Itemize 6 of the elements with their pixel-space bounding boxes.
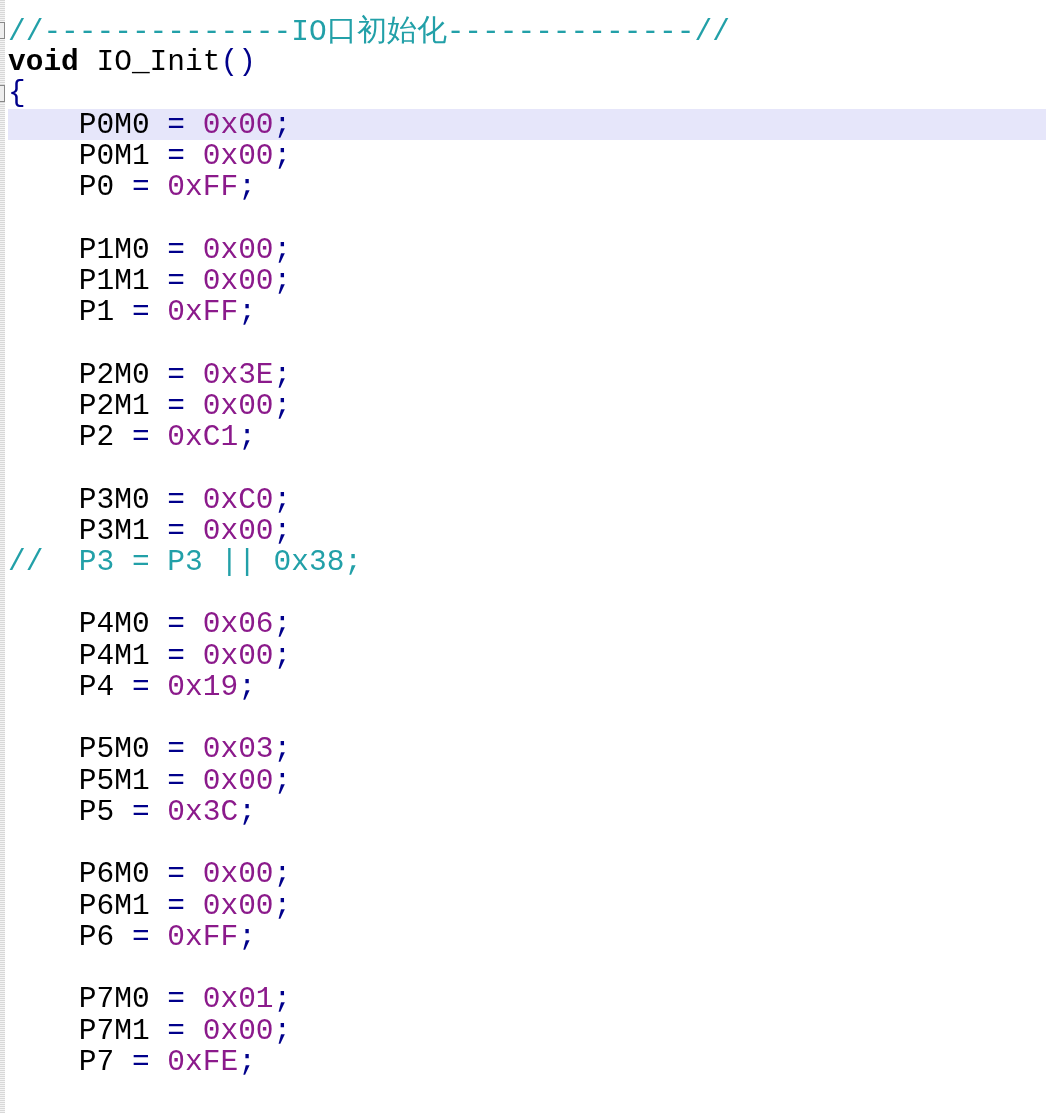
code-line: P2 = 0xC1; xyxy=(77,420,256,455)
code-comment: // P3 = P3 || 0x38; xyxy=(8,545,363,579)
code-line: P0 = 0xFF; xyxy=(77,170,256,205)
fold-marker-icon[interactable] xyxy=(0,22,5,40)
fold-marker-icon[interactable] xyxy=(0,84,5,102)
code-line: P1 = 0xFF; xyxy=(77,295,256,330)
